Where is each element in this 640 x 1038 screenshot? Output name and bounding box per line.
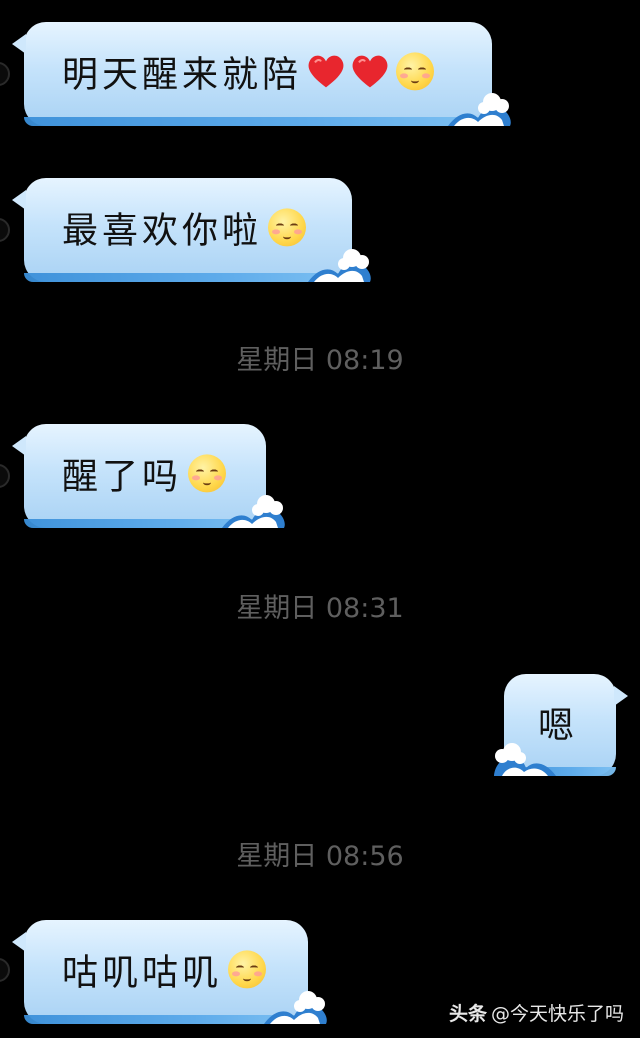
chat-view: 明天醒来就陪 最喜欢你啦 星期日 08:19 醒了吗 星期日 08:31 嗯 星… (0, 0, 640, 1038)
avatar[interactable] (0, 958, 10, 982)
bubble-tail (12, 190, 26, 210)
bubble-tail (12, 932, 26, 952)
watermark: 头条 @今天快乐了吗 (449, 999, 624, 1026)
wave-decoration-icon (222, 495, 285, 528)
heart-icon (306, 53, 346, 89)
message-bubble[interactable]: 明天醒来就陪 (12, 22, 511, 126)
wave-decoration-icon (494, 743, 556, 776)
message-text: 醒了吗 (62, 456, 183, 498)
message-text-row: 最喜欢你啦 (62, 201, 307, 253)
message-text-row: 咕叽咕叽 (62, 943, 267, 995)
bubble-rim (24, 117, 492, 126)
heart-icon (350, 53, 390, 89)
blushing-smile-emoji (268, 208, 307, 247)
avatar[interactable] (0, 218, 10, 242)
wave-decoration-icon (448, 93, 511, 126)
message-bubble[interactable]: 最喜欢你啦 (12, 178, 371, 282)
bubble-tail (614, 686, 628, 706)
avatar[interactable] (0, 464, 10, 488)
timestamp: 星期日 08:19 (236, 345, 404, 376)
message-bubble[interactable]: 咕叽咕叽 (12, 920, 327, 1024)
watermark-handle: @今天快乐了吗 (490, 1003, 624, 1025)
timestamp: 星期日 08:56 (236, 841, 404, 872)
wave-decoration-icon (264, 991, 327, 1024)
message-bubble[interactable]: 醒了吗 (12, 424, 285, 528)
timestamp: 星期日 08:31 (236, 593, 404, 624)
message-text: 咕叽咕叽 (62, 952, 223, 994)
message-text-row: 明天醒来就陪 (62, 45, 435, 97)
bubble-tail (12, 34, 26, 54)
wave-decoration-icon (308, 249, 371, 282)
message-text: 最喜欢你啦 (62, 210, 263, 252)
message-text: 明天醒来就陪 (62, 54, 303, 96)
blushing-smile-emoji (396, 52, 435, 91)
bubble-rim (24, 273, 352, 282)
message-text-row: 醒了吗 (62, 447, 227, 499)
watermark-brand: 头条 (448, 1003, 487, 1025)
bubble-tail (12, 436, 26, 456)
message-bubble[interactable]: 嗯 (494, 674, 628, 776)
avatar[interactable] (0, 62, 10, 86)
